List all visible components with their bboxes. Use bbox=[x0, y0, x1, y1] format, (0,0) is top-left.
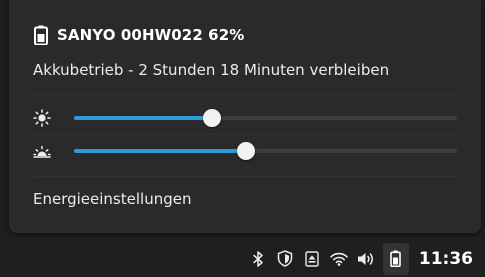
keyboard-brightness-slider[interactable] bbox=[33, 141, 457, 161]
separator bbox=[33, 134, 457, 135]
sun-icon bbox=[33, 109, 51, 127]
battery-icon bbox=[34, 25, 48, 45]
battery-popup: SANYO 00HW022 62% Akkubetrieb - 2 Stunde… bbox=[9, 0, 481, 233]
separator bbox=[33, 94, 457, 95]
system-tray: 11:36 bbox=[240, 240, 473, 277]
battery-title: SANYO 00HW022 62% bbox=[57, 26, 245, 44]
eject-icon[interactable] bbox=[303, 250, 321, 268]
slider-track[interactable] bbox=[74, 109, 457, 127]
clock[interactable]: 11:36 bbox=[419, 249, 473, 269]
screen: SANYO 00HW022 62% Akkubetrieb - 2 Stunde… bbox=[0, 0, 485, 277]
sunset-icon bbox=[33, 145, 51, 158]
battery-header: SANYO 00HW022 62% bbox=[34, 25, 244, 45]
slider-knob[interactable] bbox=[237, 142, 256, 160]
slider-knob[interactable] bbox=[202, 109, 221, 127]
battery-icon bbox=[390, 250, 402, 267]
slider-fill bbox=[74, 149, 247, 153]
separator bbox=[33, 176, 457, 177]
tray-battery-button[interactable] bbox=[382, 242, 409, 275]
taskbar: 11:36 bbox=[0, 240, 485, 277]
power-settings-button[interactable]: Energieeinstellungen bbox=[33, 190, 191, 208]
wifi-icon[interactable] bbox=[330, 250, 348, 268]
volume-icon[interactable] bbox=[357, 250, 375, 268]
battery-status-text: Akkubetrieb - 2 Stunden 18 Minuten verbl… bbox=[33, 61, 390, 79]
bluetooth-icon[interactable] bbox=[249, 250, 267, 268]
slider-track[interactable] bbox=[74, 142, 457, 160]
slider-fill bbox=[74, 116, 212, 120]
screen-brightness-slider[interactable] bbox=[33, 108, 457, 128]
shield-icon[interactable] bbox=[276, 250, 294, 268]
